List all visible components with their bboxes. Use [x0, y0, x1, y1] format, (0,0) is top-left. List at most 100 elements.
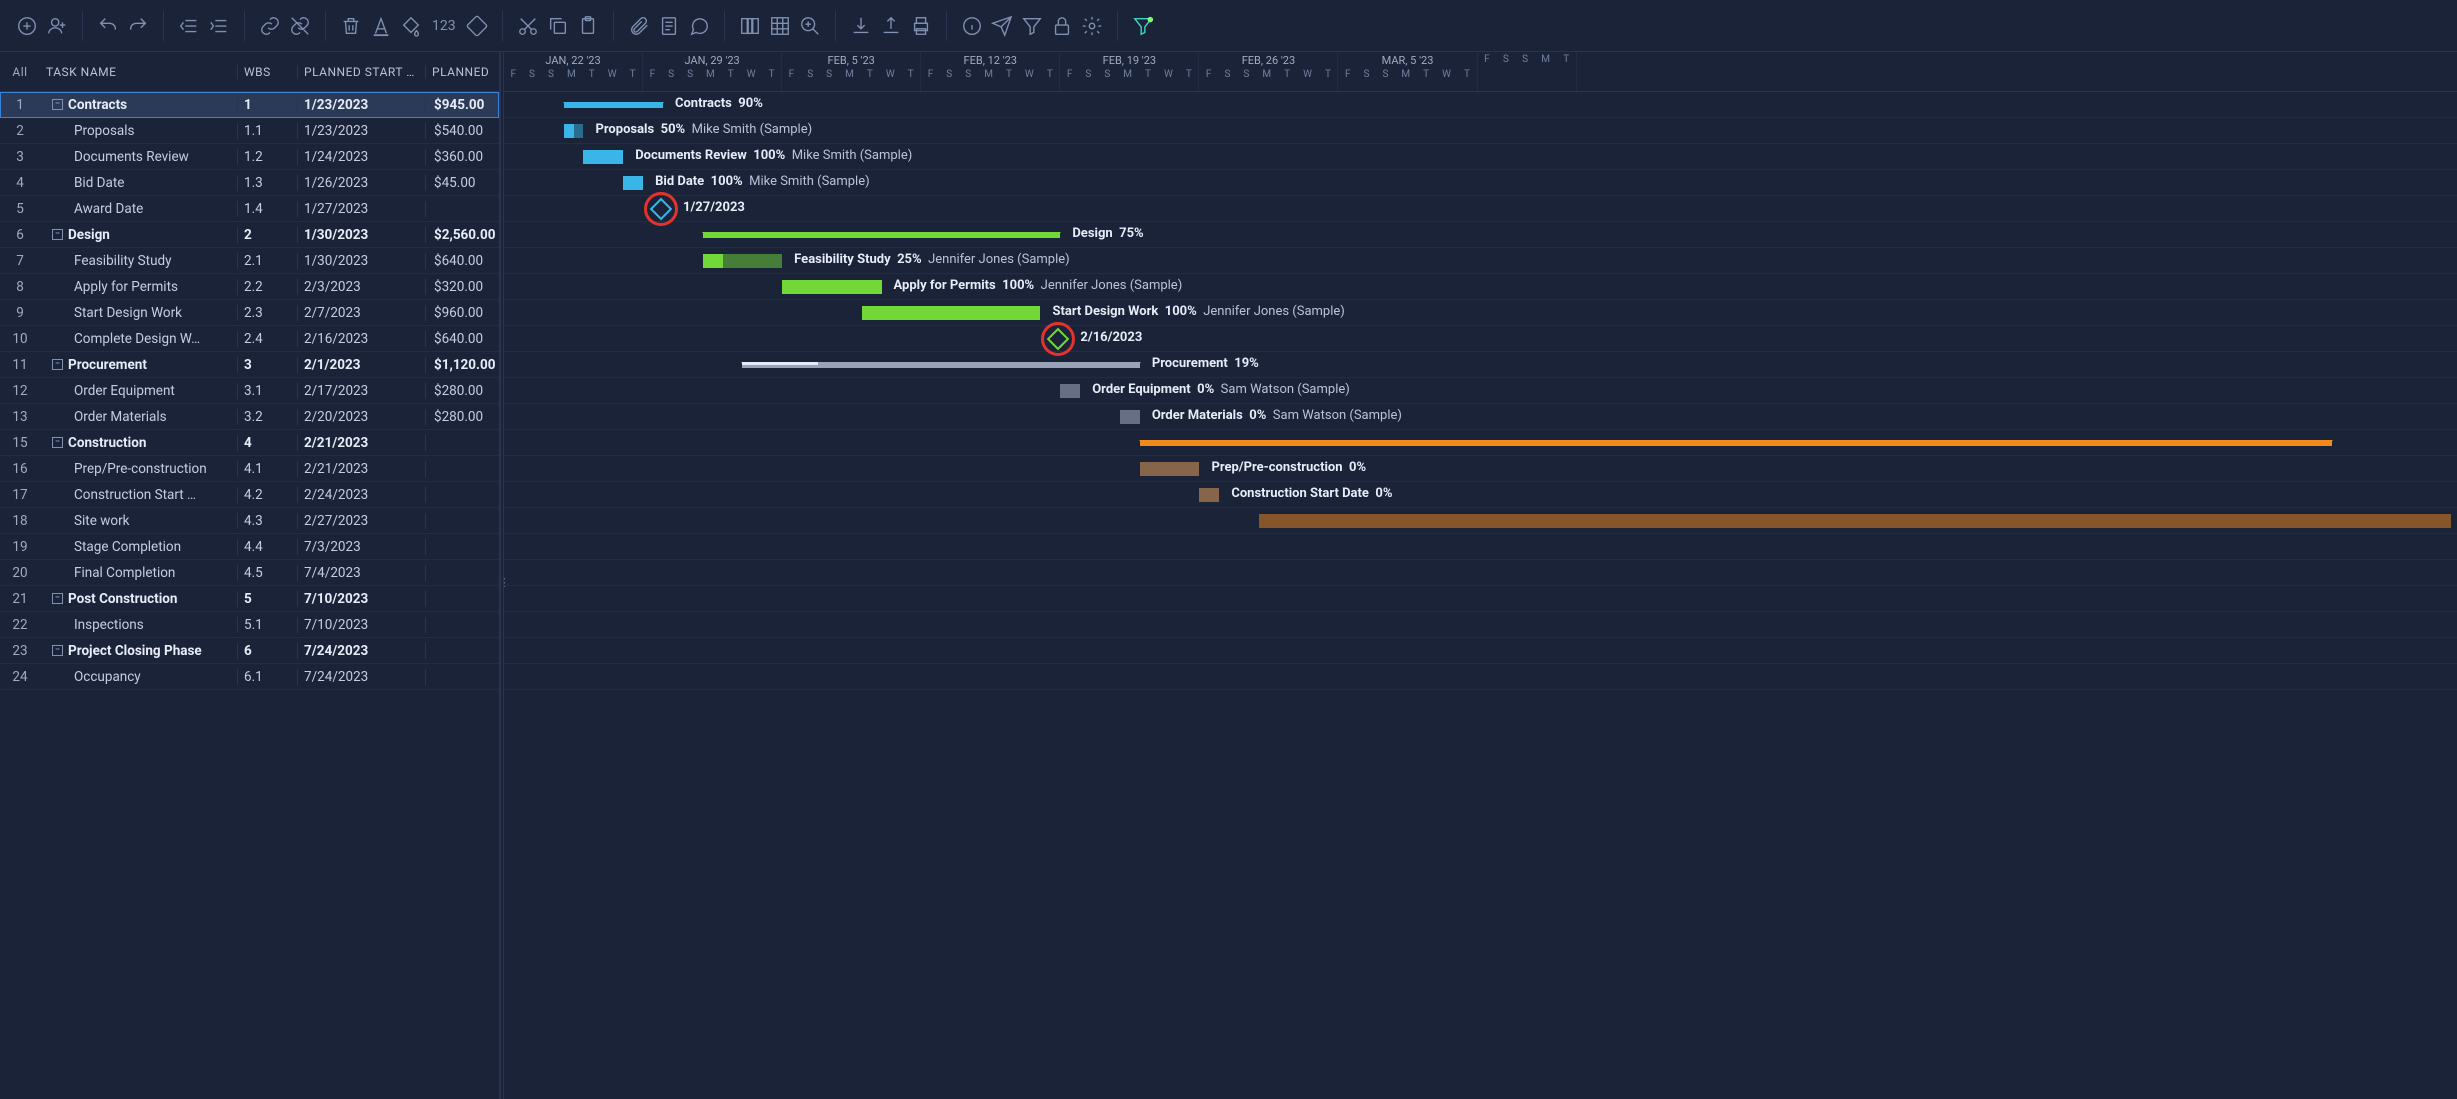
table-row[interactable]: 6−Design21/30/2023$2,560.00: [0, 222, 499, 248]
week-header: FEB, 19 '23FSSMTWT: [1060, 52, 1199, 91]
fill-icon[interactable]: [398, 13, 424, 39]
task-bar[interactable]: [782, 280, 881, 294]
link-icon[interactable]: [257, 13, 283, 39]
outdent-icon[interactable]: [176, 13, 202, 39]
gantt-body: Contracts 90%Proposals 50% Mike Smith (S…: [504, 92, 2457, 690]
table-row[interactable]: 1−Contracts11/23/2023$945.00: [0, 92, 499, 118]
summary-bar[interactable]: [564, 102, 663, 108]
table-row[interactable]: 9Start Design Work2.32/7/2023$960.00: [0, 300, 499, 326]
tag-icon[interactable]: [464, 13, 490, 39]
collapse-icon[interactable]: −: [52, 99, 63, 110]
undo-icon[interactable]: [95, 13, 121, 39]
task-bar[interactable]: [583, 150, 623, 164]
task-bar[interactable]: [703, 254, 782, 268]
task-bar[interactable]: [1199, 488, 1219, 502]
indent-icon[interactable]: [206, 13, 232, 39]
export-icon[interactable]: [878, 13, 904, 39]
bar-label: 1/27/2023: [683, 200, 745, 215]
info-icon[interactable]: [959, 13, 985, 39]
table-row[interactable]: 20Final Completion4.57/4/2023: [0, 560, 499, 586]
filter-icon[interactable]: [1019, 13, 1045, 39]
table-row[interactable]: 3Documents Review1.21/24/2023$360.00: [0, 144, 499, 170]
attachment-icon[interactable]: [626, 13, 652, 39]
table-row[interactable]: 12Order Equipment3.12/17/2023$280.00: [0, 378, 499, 404]
redo-icon[interactable]: [125, 13, 151, 39]
add-user-icon[interactable]: [44, 13, 70, 39]
task-bar[interactable]: [1259, 514, 2451, 528]
col-wbs[interactable]: WBS: [238, 65, 298, 79]
summary-bar[interactable]: [742, 362, 1139, 368]
table-row[interactable]: 15−Construction42/21/2023: [0, 430, 499, 456]
columns-icon[interactable]: [737, 13, 763, 39]
gantt-row: [504, 612, 2457, 638]
table-row[interactable]: 21−Post Construction57/10/2023: [0, 586, 499, 612]
table-row[interactable]: 16Prep/Pre-construction4.12/21/2023: [0, 456, 499, 482]
task-name: Inspections: [74, 617, 144, 633]
note-icon[interactable]: [656, 13, 682, 39]
lock-icon[interactable]: [1049, 13, 1075, 39]
font-icon[interactable]: [368, 13, 394, 39]
task-name: Order Materials: [74, 409, 167, 425]
cut-icon[interactable]: [515, 13, 541, 39]
collapse-icon[interactable]: −: [52, 229, 63, 240]
add-icon[interactable]: [14, 13, 40, 39]
task-name: Site work: [74, 513, 129, 529]
collapse-icon[interactable]: −: [52, 593, 63, 604]
toolbar: 123: [0, 0, 2457, 52]
table-row[interactable]: 18Site work4.32/27/2023: [0, 508, 499, 534]
zoom-icon[interactable]: [797, 13, 823, 39]
summary-bar[interactable]: [1140, 440, 2332, 446]
task-name: Contracts: [68, 97, 127, 113]
copy-icon[interactable]: [545, 13, 571, 39]
collapse-icon[interactable]: −: [52, 437, 63, 448]
table-row[interactable]: 5Award Date1.41/27/2023: [0, 196, 499, 222]
table-row[interactable]: 24Occupancy6.17/24/2023: [0, 664, 499, 690]
collapse-icon[interactable]: −: [52, 359, 63, 370]
bar-label: Feasibility Study 25% Jennifer Jones (Sa…: [794, 252, 1070, 267]
table-row[interactable]: 7Feasibility Study2.11/30/2023$640.00: [0, 248, 499, 274]
bar-label: Bid Date 100% Mike Smith (Sample): [655, 174, 870, 189]
table-row[interactable]: 19Stage Completion4.47/3/2023: [0, 534, 499, 560]
task-bar[interactable]: [862, 306, 1041, 320]
send-icon[interactable]: [989, 13, 1015, 39]
comment-icon[interactable]: [686, 13, 712, 39]
week-header: FSSMT: [1478, 52, 1577, 91]
task-bar[interactable]: [623, 176, 643, 190]
col-all[interactable]: All: [0, 65, 40, 79]
col-cost[interactable]: PLANNED: [426, 65, 498, 79]
table-row[interactable]: 13Order Materials3.22/20/2023$280.00: [0, 404, 499, 430]
table-row[interactable]: 17Construction Start …4.22/24/2023: [0, 482, 499, 508]
task-name: Occupancy: [74, 669, 141, 685]
summary-bar[interactable]: [703, 232, 1061, 238]
table-row[interactable]: 10Complete Design W…2.42/16/2023$640.00: [0, 326, 499, 352]
col-start[interactable]: PLANNED START …: [298, 65, 426, 79]
table-row[interactable]: 8Apply for Permits2.22/3/2023$320.00: [0, 274, 499, 300]
collapse-icon[interactable]: −: [52, 645, 63, 656]
col-name[interactable]: TASK NAME: [40, 65, 238, 79]
bar-label: Proposals 50% Mike Smith (Sample): [595, 122, 812, 137]
table-row[interactable]: 23−Project Closing Phase67/24/2023: [0, 638, 499, 664]
table-row[interactable]: 4Bid Date1.31/26/2023$45.00: [0, 170, 499, 196]
unlink-icon[interactable]: [287, 13, 313, 39]
settings-icon[interactable]: [1079, 13, 1105, 39]
task-name: Feasibility Study: [74, 253, 172, 269]
print-icon[interactable]: [908, 13, 934, 39]
filter-active-icon[interactable]: [1130, 13, 1156, 39]
week-header: FEB, 12 '23FSSMTWT: [921, 52, 1060, 91]
task-bar[interactable]: [1060, 384, 1080, 398]
task-bar[interactable]: [564, 124, 584, 138]
task-bar[interactable]: [1140, 462, 1200, 476]
import-icon[interactable]: [848, 13, 874, 39]
table-row[interactable]: 2Proposals1.11/23/2023$540.00: [0, 118, 499, 144]
grid-icon[interactable]: [767, 13, 793, 39]
paste-icon[interactable]: [575, 13, 601, 39]
table-row[interactable]: 22Inspections5.17/10/2023: [0, 612, 499, 638]
task-name: Project Closing Phase: [68, 643, 202, 659]
delete-icon[interactable]: [338, 13, 364, 39]
autonumber-label[interactable]: 123: [428, 18, 460, 34]
task-name: Construction: [68, 435, 146, 451]
table-row[interactable]: 11−Procurement32/1/2023$1,120.00: [0, 352, 499, 378]
task-name: Post Construction: [68, 591, 177, 607]
task-bar[interactable]: [1120, 410, 1140, 424]
gantt-row: Construction Start Date 0%: [504, 482, 2457, 508]
